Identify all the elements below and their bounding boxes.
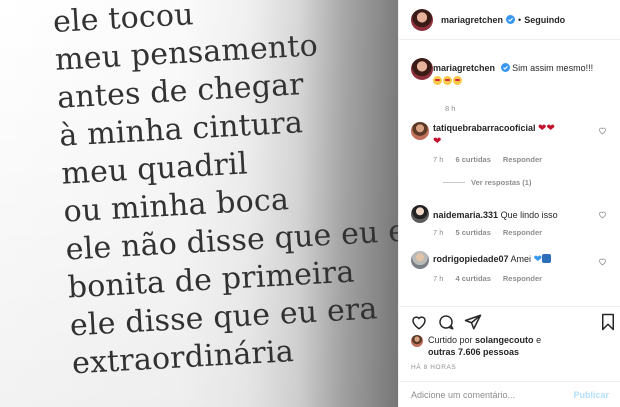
comment-likes[interactable]: 5 curtidas [455,228,490,237]
reply-button[interactable]: Responder [503,228,542,237]
like-comment-heart-icon[interactable] [598,126,607,135]
like-comment-heart-icon[interactable] [598,257,607,266]
liker-username[interactable]: solangecouto [475,335,534,345]
blue-heart-emoji-icon: ❤ [533,254,542,265]
header-separator: • [518,14,522,25]
reply-button[interactable]: Responder [503,155,542,164]
reply-button[interactable]: Responder [503,274,542,283]
comment-username[interactable]: tatiquebrabarracooficial [433,123,536,133]
verified-badge-icon [506,15,516,24]
heart-eyes-emoji-icon [433,76,442,85]
comment-time[interactable]: 7 h [433,155,443,164]
caption-avatar[interactable] [411,58,433,80]
commenter-avatar[interactable] [411,205,429,223]
caption-body: mariagretchen Sim assim mesmo!!! [433,62,603,88]
caption: mariagretchen Sim assim mesmo!!! 8 h [411,58,611,118]
post-actions [399,306,620,336]
comment-icon[interactable] [437,313,455,331]
comment-meta: 7 h 6 curtidas Responder [433,155,542,164]
heart-emoji-icon: ❤ [433,136,442,147]
hands-emoji-icon [541,254,551,263]
post-header: mariagretchen • Seguindo [399,0,620,40]
post-timestamp[interactable]: HÁ 8 HORAS [411,364,456,371]
poem-text: ele tocou meu pensamento antes de chegar… [52,0,398,383]
liked-by: Curtido por solangecouto e outras 7.606 … [411,334,611,358]
comment-username[interactable]: naidemaria.331 [433,210,498,220]
caption-time[interactable]: 8 h [445,104,455,113]
comment-meta: 7 h 4 curtidas Responder [433,274,542,283]
post-sidebar: mariagretchen • Seguindo mariagretchen S… [398,0,620,407]
like-comment-heart-icon[interactable] [598,210,607,219]
comment-time[interactable]: 7 h [433,274,443,283]
liked-by-middle: e [536,335,542,345]
commenter-avatar[interactable] [411,122,429,140]
replies-divider [443,182,465,183]
view-replies-label: Ver respostas (1) [471,178,532,187]
comment-meta: 7 h 5 curtidas Responder [433,228,542,237]
caption-meta: 8 h [445,104,455,113]
bookmark-icon[interactable] [599,313,617,331]
heart-eyes-emoji-icon [443,76,452,85]
heart-eyes-emoji-icon [453,76,462,85]
heart-emoji-icon: ❤ [546,123,555,134]
publish-button[interactable]: Publicar [573,390,609,400]
heart-icon[interactable] [410,313,428,331]
caption-text: Sim assim mesmo!!! [512,63,594,73]
view-replies-button[interactable]: Ver respostas (1) [443,178,531,187]
liked-by-prefix: Curtido por [428,335,473,345]
comment-body: tatiquebrabarracooficial ❤❤ ❤ [433,122,593,148]
caption-username[interactable]: mariagretchen [433,63,495,73]
post-image[interactable]: ele tocou meu pensamento antes de chegar… [0,0,398,407]
add-comment-bar: Publicar [399,381,620,407]
comment-text: Que lindo isso [500,210,558,220]
liked-by-text: Curtido por solangecouto e outras 7.606 … [428,334,541,358]
comment-likes[interactable]: 4 curtidas [455,274,490,283]
share-icon[interactable] [464,313,482,331]
comment-likes[interactable]: 6 curtidas [455,155,490,164]
liked-by-others[interactable]: outras 7.606 pessoas [428,347,519,357]
comment-body: rodrigopiedade07 Amei ❤ [433,253,593,266]
comment-time[interactable]: 7 h [433,228,443,237]
comments-list[interactable]: mariagretchen Sim assim mesmo!!! 8 h tat… [399,50,620,305]
comment-text: Amei [510,254,532,264]
comment-body: naidemaria.331 Que lindo isso [433,209,593,222]
comment-username[interactable]: rodrigopiedade07 [433,254,509,264]
liker-avatar[interactable] [411,335,423,347]
author-username[interactable]: mariagretchen [441,15,503,25]
commenter-avatar[interactable] [411,251,429,269]
verified-badge-icon [500,63,510,72]
author-avatar[interactable] [411,8,433,31]
comment-input[interactable] [411,389,574,400]
following-button[interactable]: Seguindo [524,15,565,25]
